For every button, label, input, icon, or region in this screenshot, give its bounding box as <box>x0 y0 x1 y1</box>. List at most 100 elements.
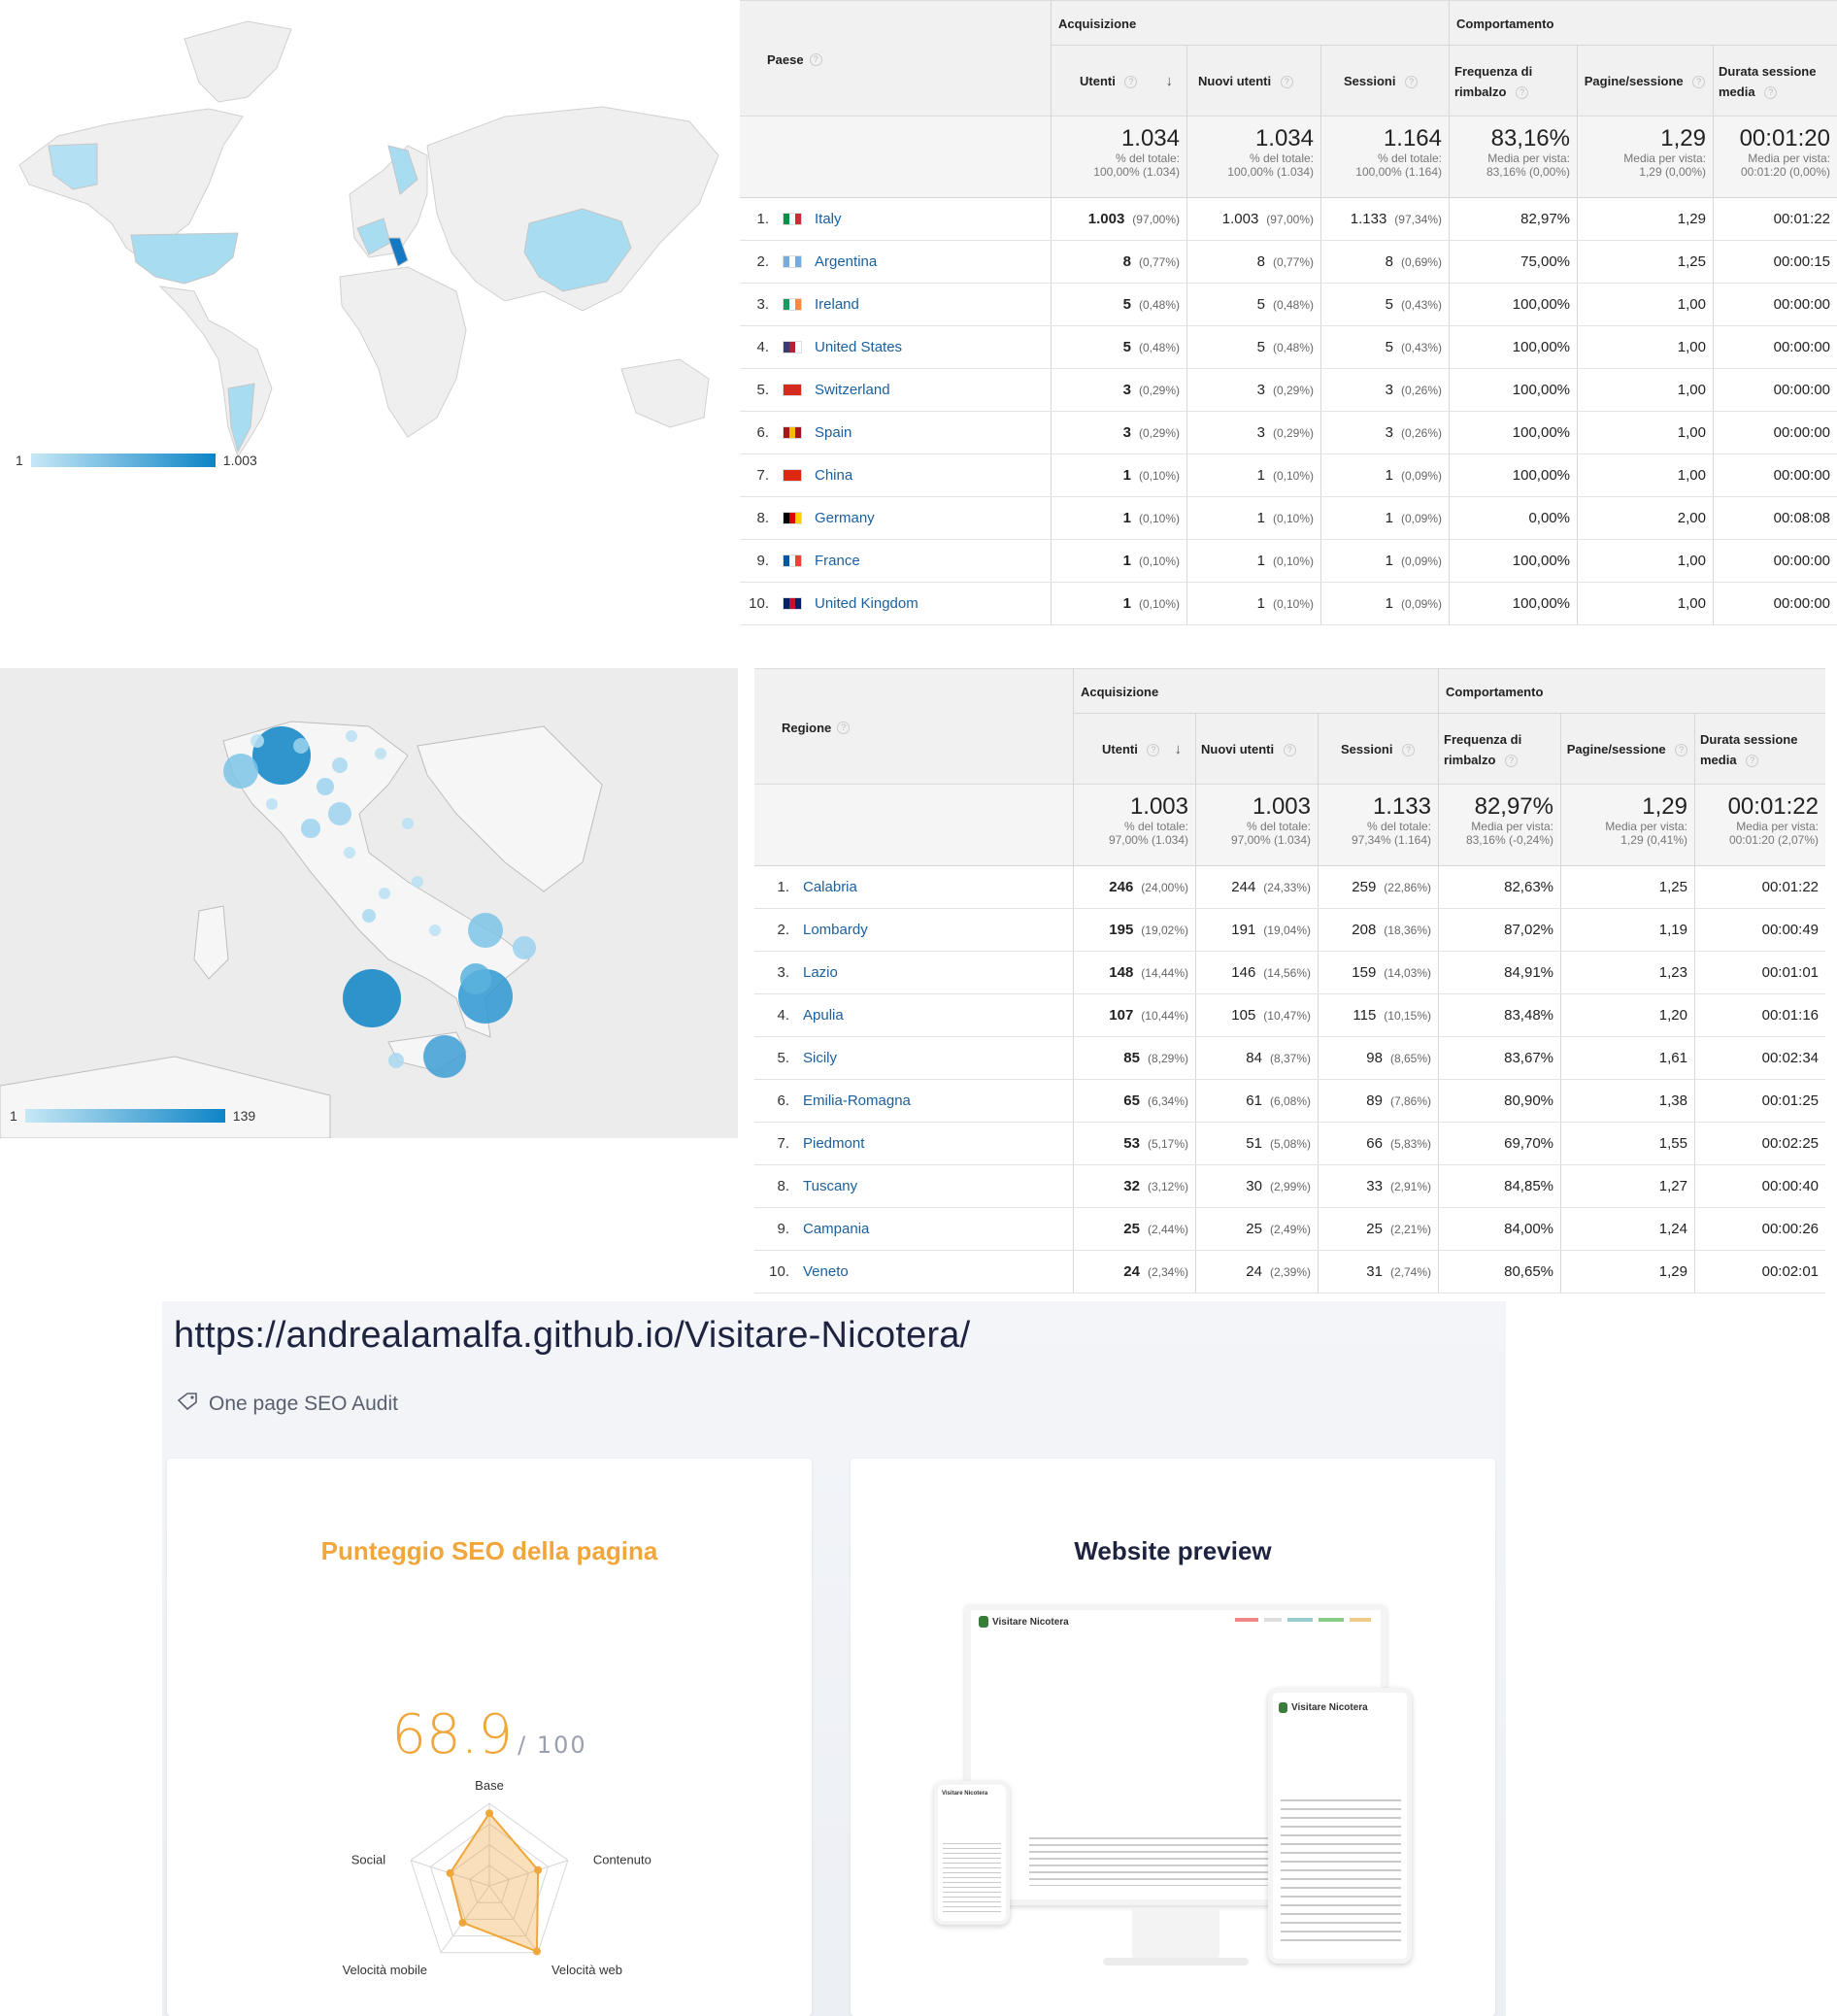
region-bubble[interactable] <box>412 876 423 888</box>
table-row[interactable]: 3. Lazio 148 (14,44%) 146 (14,56%) 159 (1… <box>754 952 1825 994</box>
region-bubble[interactable] <box>402 818 414 829</box>
row-name-link[interactable]: Emilia-Romagna <box>803 1080 911 1122</box>
help-icon[interactable]: ? <box>1283 744 1296 757</box>
cell-sess: 259 (22,86%) <box>1318 866 1438 908</box>
table-row[interactable]: 10. Veneto 24 (2,34%) 24 (2,39%) 31 (2,74… <box>754 1251 1825 1294</box>
table-row[interactable]: 7. Piedmont 53 (5,17%) 51 (5,08%) 66 (5,8… <box>754 1123 1825 1165</box>
region-bubble[interactable] <box>379 888 390 899</box>
table-row[interactable]: 1. Calabria 246 (24,00%) 244 (24,33%) 259… <box>754 866 1825 909</box>
column-header-0[interactable]: Utenti ? ↓ <box>1079 713 1189 786</box>
help-icon[interactable]: ? <box>1280 76 1293 89</box>
table-row[interactable]: 10. United Kingdom 1 (0,10%) 1 (0,10%) 1… <box>740 583 1837 625</box>
sort-desc-icon[interactable]: ↓ <box>1175 739 1183 759</box>
table-row[interactable]: 2. Lombardy 195 (19,02%) 191 (19,04%) 208… <box>754 909 1825 952</box>
help-icon[interactable]: ? <box>1405 76 1419 89</box>
help-icon[interactable]: ? <box>1764 85 1778 99</box>
row-name-link[interactable]: Calabria <box>803 866 857 908</box>
dimension-header[interactable]: Paese ? <box>767 1 822 118</box>
table-row[interactable]: 2. Argentina 8 (0,77%) 8 (0,77%) 8 (0,69… <box>740 241 1837 284</box>
sort-desc-icon[interactable]: ↓ <box>1166 71 1174 91</box>
region-bubble[interactable] <box>468 913 503 948</box>
column-header-2[interactable]: Sessioni ? <box>1326 45 1443 118</box>
row-name-link[interactable]: Germany <box>815 497 875 539</box>
region-bubble[interactable] <box>375 748 386 759</box>
column-header-1[interactable]: Nuovi utenti ? <box>1201 713 1312 786</box>
row-name-link[interactable]: United Kingdom <box>815 583 918 624</box>
help-icon[interactable]: ? <box>1692 76 1706 89</box>
italy-map[interactable]: 1 139 <box>0 668 738 1138</box>
column-header-2[interactable]: Sessioni ? <box>1323 713 1432 786</box>
region-bubble[interactable] <box>332 757 348 773</box>
table-row[interactable]: 6. Emilia-Romagna 65 (6,34%) 61 (6,08%) 8… <box>754 1080 1825 1123</box>
region-bubble[interactable] <box>429 924 441 936</box>
row-name-link[interactable]: Switzerland <box>815 369 890 411</box>
row-name-link[interactable]: Argentina <box>815 241 877 283</box>
table-row[interactable]: 4. United States 5 (0,48%) 5 (0,48%) 5 (… <box>740 326 1837 369</box>
row-name-link[interactable]: China <box>815 454 852 496</box>
help-icon[interactable]: ? <box>1147 744 1160 757</box>
table-row[interactable]: 5. Switzerland 3 (0,29%) 3 (0,29%) 3 (0,… <box>740 369 1837 412</box>
region-bubble[interactable] <box>252 726 311 785</box>
table-row[interactable]: 5. Sicily 85 (8,29%) 84 (8,37%) 98 (8,65%… <box>754 1037 1825 1080</box>
column-header-5[interactable]: Durata sessione media ? <box>1719 45 1831 118</box>
help-icon[interactable]: ? <box>1505 754 1519 767</box>
help-icon[interactable]: ? <box>1746 754 1759 767</box>
region-bubble[interactable] <box>343 969 401 1027</box>
dimension-header[interactable]: Regione ? <box>782 669 851 786</box>
column-header-4[interactable]: Pagine/sessione ? <box>1583 45 1707 118</box>
region-bubble[interactable] <box>328 802 351 825</box>
row-name-link[interactable]: Lazio <box>803 952 838 993</box>
row-name-link[interactable]: Sicily <box>803 1037 837 1079</box>
table-row[interactable]: 8. Tuscany 32 (3,12%) 30 (2,99%) 33 (2,91… <box>754 1165 1825 1208</box>
table-row[interactable]: 6. Spain 3 (0,29%) 3 (0,29%) 3 (0,26%) 1… <box>740 412 1837 454</box>
row-name-link[interactable]: Spain <box>815 412 852 454</box>
row-name-link[interactable]: Lombardy <box>803 909 868 951</box>
column-header-5[interactable]: Durata sessione media ? <box>1700 713 1820 786</box>
help-icon[interactable]: ? <box>1675 744 1688 757</box>
region-bubble[interactable] <box>388 1053 404 1068</box>
audited-url[interactable]: https://andrealamalfa.github.io/Visitare… <box>174 1315 970 1357</box>
region-bubble[interactable] <box>362 909 376 923</box>
region-bubble[interactable] <box>250 734 264 748</box>
help-icon[interactable]: ? <box>837 721 851 734</box>
row-name-link[interactable]: Veneto <box>803 1251 849 1293</box>
region-bubble[interactable] <box>460 963 491 994</box>
table-row[interactable]: 7. China 1 (0,10%) 1 (0,10%) 1 (0,09%) 1… <box>740 454 1837 497</box>
column-header-1[interactable]: Nuovi utenti ? <box>1192 45 1315 118</box>
table-row[interactable]: 8. Germany 1 (0,10%) 1 (0,10%) 1 (0,09%) <box>740 497 1837 540</box>
world-map[interactable]: 1 1.003 <box>0 0 738 486</box>
row-name-link[interactable]: Campania <box>803 1208 869 1250</box>
table-row[interactable]: 1. Italy 1.003 (97,00%) 1.003 (97,00%) 1… <box>740 198 1837 241</box>
region-bubble[interactable] <box>223 754 258 789</box>
region-bubble[interactable] <box>293 738 309 754</box>
region-bubble[interactable] <box>317 778 334 795</box>
row-name-link[interactable]: United States <box>815 326 902 368</box>
help-icon[interactable]: ? <box>1124 76 1138 89</box>
row-name-link[interactable]: Piedmont <box>803 1123 864 1164</box>
region-bubble[interactable] <box>344 847 355 858</box>
row-name-link[interactable]: Italy <box>815 198 842 240</box>
table-row[interactable]: 3. Ireland 5 (0,48%) 5 (0,48%) 5 (0,43%) <box>740 284 1837 326</box>
region-bubble[interactable] <box>423 1035 466 1078</box>
table-row[interactable]: 9. France 1 (0,10%) 1 (0,10%) 1 (0,09%) <box>740 540 1837 583</box>
region-bubble[interactable] <box>301 819 320 838</box>
region-bubble[interactable] <box>346 730 357 742</box>
total-caption: % del totale: <box>1249 151 1314 165</box>
cell-value: 33 <box>1366 1178 1383 1194</box>
row-name-link[interactable]: Apulia <box>803 994 844 1036</box>
help-icon[interactable]: ? <box>809 52 822 66</box>
table-row[interactable]: 9. Campania 25 (2,44%) 25 (2,49%) 25 (2,2… <box>754 1208 1825 1251</box>
column-header-4[interactable]: Pagine/sessione ? <box>1566 713 1688 786</box>
row-name-link[interactable]: Ireland <box>815 284 859 325</box>
help-icon[interactable]: ? <box>1402 744 1416 757</box>
column-header-0[interactable]: Utenti ? ↓ <box>1056 45 1181 118</box>
row-name-link[interactable]: Tuscany <box>803 1165 857 1207</box>
help-icon[interactable]: ? <box>1516 85 1529 99</box>
column-header-3[interactable]: Frequenza di rimbalzo ? <box>1454 45 1571 118</box>
table-row[interactable]: 4. Apulia 107 (10,44%) 105 (10,47%) 115 (… <box>754 994 1825 1037</box>
row-name-link[interactable]: France <box>815 540 860 582</box>
region-bubble[interactable] <box>513 936 536 959</box>
dimension-label: Paese <box>767 51 804 67</box>
column-header-3[interactable]: Frequenza di rimbalzo ? <box>1444 713 1554 786</box>
region-bubble[interactable] <box>266 798 278 810</box>
